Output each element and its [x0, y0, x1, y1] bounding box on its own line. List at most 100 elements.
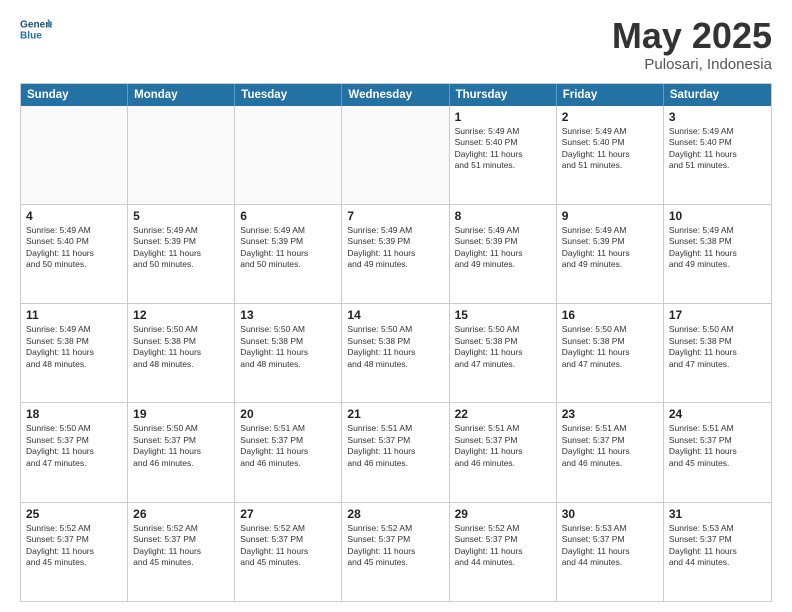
table-row: 2 Sunrise: 5:49 AM Sunset: 5:40 PM Daylig…	[557, 106, 664, 204]
table-row: 20 Sunrise: 5:51 AM Sunset: 5:37 PM Dayli…	[235, 403, 342, 501]
table-row: 8 Sunrise: 5:49 AM Sunset: 5:39 PM Daylig…	[450, 205, 557, 303]
header-saturday: Saturday	[664, 84, 771, 106]
header-wednesday: Wednesday	[342, 84, 449, 106]
cell-info: Sunrise: 5:49 AM Sunset: 5:40 PM Dayligh…	[26, 225, 122, 271]
table-row: 6 Sunrise: 5:49 AM Sunset: 5:39 PM Daylig…	[235, 205, 342, 303]
table-row	[128, 106, 235, 204]
table-row: 15 Sunrise: 5:50 AM Sunset: 5:38 PM Dayli…	[450, 304, 557, 402]
day-number: 14	[347, 308, 443, 322]
cell-info: Sunrise: 5:50 AM Sunset: 5:37 PM Dayligh…	[133, 423, 229, 469]
cell-info: Sunrise: 5:51 AM Sunset: 5:37 PM Dayligh…	[562, 423, 658, 469]
cell-info: Sunrise: 5:50 AM Sunset: 5:38 PM Dayligh…	[562, 324, 658, 370]
title-block: May 2025 Pulosari, Indonesia	[612, 16, 772, 73]
table-row: 16 Sunrise: 5:50 AM Sunset: 5:38 PM Dayli…	[557, 304, 664, 402]
day-number: 29	[455, 507, 551, 521]
table-row: 26Sunrise: 5:52 AM Sunset: 5:37 PM Dayli…	[128, 503, 235, 601]
cal-row-5: 25 Sunrise: 5:52 AM Sunset: 5:37 PM Dayli…	[21, 502, 771, 601]
table-row: 23 Sunrise: 5:51 AM Sunset: 5:37 PM Dayli…	[557, 403, 664, 501]
cell-info: Sunrise: 5:49 AM Sunset: 5:40 PM Dayligh…	[562, 126, 658, 172]
table-row: 19 Sunrise: 5:50 AM Sunset: 5:37 PM Dayli…	[128, 403, 235, 501]
table-row: 14Sunrise: 5:50 AM Sunset: 5:38 PM Dayli…	[342, 304, 449, 402]
header-tuesday: Tuesday	[235, 84, 342, 106]
calendar-header: Sunday Monday Tuesday Wednesday Thursday…	[21, 84, 771, 106]
subtitle: Pulosari, Indonesia	[612, 56, 772, 73]
day-number: 5	[133, 209, 229, 223]
day-number: 8	[455, 209, 551, 223]
table-row: 3Sunrise: 5:49 AM Sunset: 5:40 PM Daylig…	[664, 106, 771, 204]
cal-row-3: 11Sunrise: 5:49 AM Sunset: 5:38 PM Dayli…	[21, 303, 771, 402]
day-number: 7	[347, 209, 443, 223]
cell-info: Sunrise: 5:50 AM Sunset: 5:38 PM Dayligh…	[455, 324, 551, 370]
day-number: 10	[669, 209, 766, 223]
day-number: 19	[133, 407, 229, 421]
cell-info: Sunrise: 5:49 AM Sunset: 5:38 PM Dayligh…	[26, 324, 122, 370]
day-number: 21	[347, 407, 443, 421]
day-number: 20	[240, 407, 336, 421]
cell-info: Sunrise: 5:49 AM Sunset: 5:39 PM Dayligh…	[455, 225, 551, 271]
table-row: 1Sunrise: 5:49 AM Sunset: 5:40 PM Daylig…	[450, 106, 557, 204]
svg-text:General: General	[20, 19, 52, 30]
table-row: 9Sunrise: 5:49 AM Sunset: 5:39 PM Daylig…	[557, 205, 664, 303]
cell-info: Sunrise: 5:50 AM Sunset: 5:38 PM Dayligh…	[669, 324, 766, 370]
table-row: 27 Sunrise: 5:52 AM Sunset: 5:37 PM Dayli…	[235, 503, 342, 601]
cell-info: Sunrise: 5:52 AM Sunset: 5:37 PM Dayligh…	[455, 523, 551, 569]
table-row: 4 Sunrise: 5:49 AM Sunset: 5:40 PM Daylig…	[21, 205, 128, 303]
day-number: 27	[240, 507, 336, 521]
day-number: 31	[669, 507, 766, 521]
day-number: 26	[133, 507, 229, 521]
cell-info: Sunrise: 5:49 AM Sunset: 5:39 PM Dayligh…	[133, 225, 229, 271]
table-row: 24Sunrise: 5:51 AM Sunset: 5:37 PM Dayli…	[664, 403, 771, 501]
month-title: May 2025	[612, 16, 772, 56]
day-number: 23	[562, 407, 658, 421]
cell-info: Sunrise: 5:53 AM Sunset: 5:37 PM Dayligh…	[669, 523, 766, 569]
logo: General Blue	[20, 16, 52, 44]
table-row: 17 Sunrise: 5:50 AM Sunset: 5:38 PM Dayli…	[664, 304, 771, 402]
cell-info: Sunrise: 5:52 AM Sunset: 5:37 PM Dayligh…	[26, 523, 122, 569]
day-number: 17	[669, 308, 766, 322]
cal-row-2: 4 Sunrise: 5:49 AM Sunset: 5:40 PM Daylig…	[21, 204, 771, 303]
cell-info: Sunrise: 5:51 AM Sunset: 5:37 PM Dayligh…	[455, 423, 551, 469]
cell-info: Sunrise: 5:49 AM Sunset: 5:39 PM Dayligh…	[240, 225, 336, 271]
day-number: 3	[669, 110, 766, 124]
header-monday: Monday	[128, 84, 235, 106]
cell-info: Sunrise: 5:49 AM Sunset: 5:39 PM Dayligh…	[562, 225, 658, 271]
cell-info: Sunrise: 5:53 AM Sunset: 5:37 PM Dayligh…	[562, 523, 658, 569]
day-number: 30	[562, 507, 658, 521]
cell-info: Sunrise: 5:50 AM Sunset: 5:38 PM Dayligh…	[133, 324, 229, 370]
table-row: 13Sunrise: 5:50 AM Sunset: 5:38 PM Dayli…	[235, 304, 342, 402]
cell-info: Sunrise: 5:52 AM Sunset: 5:37 PM Dayligh…	[347, 523, 443, 569]
day-number: 18	[26, 407, 122, 421]
table-row: 10 Sunrise: 5:49 AM Sunset: 5:38 PM Dayli…	[664, 205, 771, 303]
header-thursday: Thursday	[450, 84, 557, 106]
table-row	[235, 106, 342, 204]
day-number: 15	[455, 308, 551, 322]
page: General Blue May 2025 Pulosari, Indonesi…	[0, 0, 792, 612]
table-row: 25 Sunrise: 5:52 AM Sunset: 5:37 PM Dayli…	[21, 503, 128, 601]
table-row: 21Sunrise: 5:51 AM Sunset: 5:37 PM Dayli…	[342, 403, 449, 501]
calendar-body: 1Sunrise: 5:49 AM Sunset: 5:40 PM Daylig…	[21, 106, 771, 601]
cal-row-4: 18 Sunrise: 5:50 AM Sunset: 5:37 PM Dayli…	[21, 402, 771, 501]
table-row: 31 Sunrise: 5:53 AM Sunset: 5:37 PM Dayli…	[664, 503, 771, 601]
table-row: 7Sunrise: 5:49 AM Sunset: 5:39 PM Daylig…	[342, 205, 449, 303]
table-row	[21, 106, 128, 204]
table-row: 22 Sunrise: 5:51 AM Sunset: 5:37 PM Dayli…	[450, 403, 557, 501]
day-number: 2	[562, 110, 658, 124]
day-number: 12	[133, 308, 229, 322]
table-row: 11Sunrise: 5:49 AM Sunset: 5:38 PM Dayli…	[21, 304, 128, 402]
cell-info: Sunrise: 5:49 AM Sunset: 5:40 PM Dayligh…	[455, 126, 551, 172]
day-number: 22	[455, 407, 551, 421]
table-row: 18Sunrise: 5:50 AM Sunset: 5:37 PM Dayli…	[21, 403, 128, 501]
header: General Blue May 2025 Pulosari, Indonesi…	[20, 16, 772, 73]
day-number: 6	[240, 209, 336, 223]
day-number: 16	[562, 308, 658, 322]
table-row: 28Sunrise: 5:52 AM Sunset: 5:37 PM Dayli…	[342, 503, 449, 601]
calendar: Sunday Monday Tuesday Wednesday Thursday…	[20, 83, 772, 602]
table-row: 5 Sunrise: 5:49 AM Sunset: 5:39 PM Daylig…	[128, 205, 235, 303]
day-number: 4	[26, 209, 122, 223]
cell-info: Sunrise: 5:51 AM Sunset: 5:37 PM Dayligh…	[240, 423, 336, 469]
cell-info: Sunrise: 5:52 AM Sunset: 5:37 PM Dayligh…	[240, 523, 336, 569]
cell-info: Sunrise: 5:49 AM Sunset: 5:38 PM Dayligh…	[669, 225, 766, 271]
cell-info: Sunrise: 5:51 AM Sunset: 5:37 PM Dayligh…	[669, 423, 766, 469]
day-number: 25	[26, 507, 122, 521]
svg-text:Blue: Blue	[20, 30, 42, 41]
